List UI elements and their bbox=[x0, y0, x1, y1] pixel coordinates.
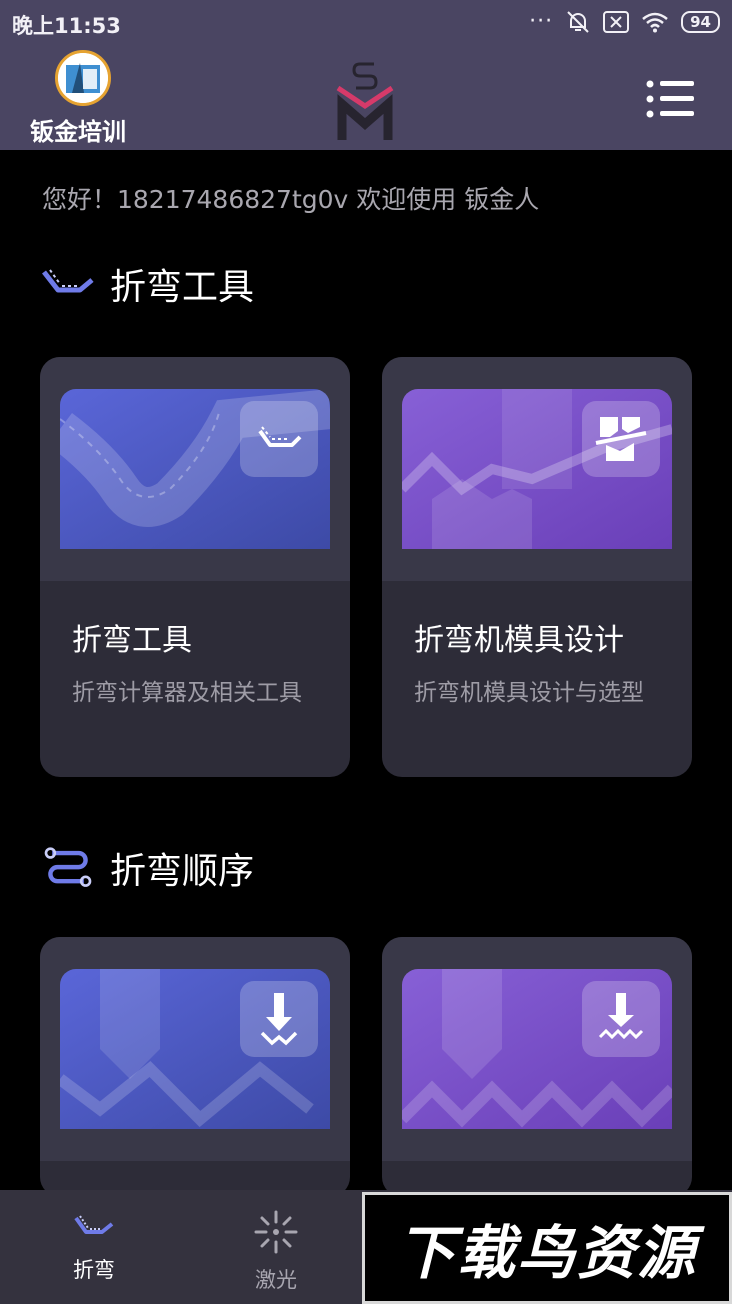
die-design-icon bbox=[582, 401, 660, 477]
status-bar: 晚上11:53 ··· 94 bbox=[0, 0, 732, 48]
card-bend-sequence-2[interactable] bbox=[382, 937, 692, 1197]
nav-item-bend[interactable]: 折弯 bbox=[34, 1210, 154, 1284]
card-description: 折弯计算器及相关工具 bbox=[72, 680, 302, 706]
nav-item-laser[interactable]: 激光 bbox=[216, 1210, 336, 1294]
card-description: 折弯机模具设计与选型 bbox=[414, 680, 644, 706]
card-title: 折弯工具 bbox=[72, 623, 192, 658]
card-title: 折弯机模具设计 bbox=[414, 623, 624, 658]
nav-label: 折弯 bbox=[73, 1258, 115, 1282]
bend-icon bbox=[74, 1215, 114, 1234]
more-dots-icon: ··· bbox=[529, 9, 554, 34]
bend-sequence-icon bbox=[44, 847, 92, 887]
sim-card-icon bbox=[603, 11, 630, 33]
section-title-text: 折弯顺序 bbox=[110, 851, 255, 892]
bend-wave-arrow-icon bbox=[582, 981, 660, 1057]
section-bend-tools: 折弯工具 bbox=[40, 258, 254, 310]
menu-icon[interactable] bbox=[644, 78, 696, 120]
watermark-banner: 下载鸟资源 bbox=[362, 1192, 732, 1304]
sm-logo-icon bbox=[336, 62, 394, 140]
card-die-design[interactable]: 折弯机模具设计 折弯机模具设计与选型 bbox=[382, 357, 692, 777]
section-title-text: 折弯工具 bbox=[110, 267, 255, 308]
card-bend-sequence-1[interactable] bbox=[40, 937, 350, 1197]
welcome-message: 您好！18217486827tg0v 欢迎使用 钣金人 bbox=[42, 185, 540, 214]
laser-icon bbox=[254, 1210, 298, 1254]
watermark-text: 下载鸟资源 bbox=[396, 1219, 697, 1287]
bend-down-arrow-icon bbox=[240, 981, 318, 1057]
bend-calculator-icon bbox=[240, 401, 318, 477]
nav-label: 激光 bbox=[255, 1268, 297, 1292]
brand-title: 钣金培训 bbox=[30, 118, 126, 146]
wifi-icon bbox=[642, 12, 668, 33]
status-time: 晚上11:53 bbox=[12, 14, 121, 38]
mute-bell-icon bbox=[567, 11, 589, 33]
bend-tool-icon bbox=[42, 269, 94, 293]
battery-indicator: 94 bbox=[681, 11, 720, 33]
section-bend-sequence: 折弯顺序 bbox=[40, 842, 254, 894]
status-icons: ··· 94 bbox=[529, 10, 720, 34]
card-bend-tools[interactable]: 折弯工具 折弯计算器及相关工具 bbox=[40, 357, 350, 777]
company-logo-icon[interactable] bbox=[55, 50, 111, 106]
